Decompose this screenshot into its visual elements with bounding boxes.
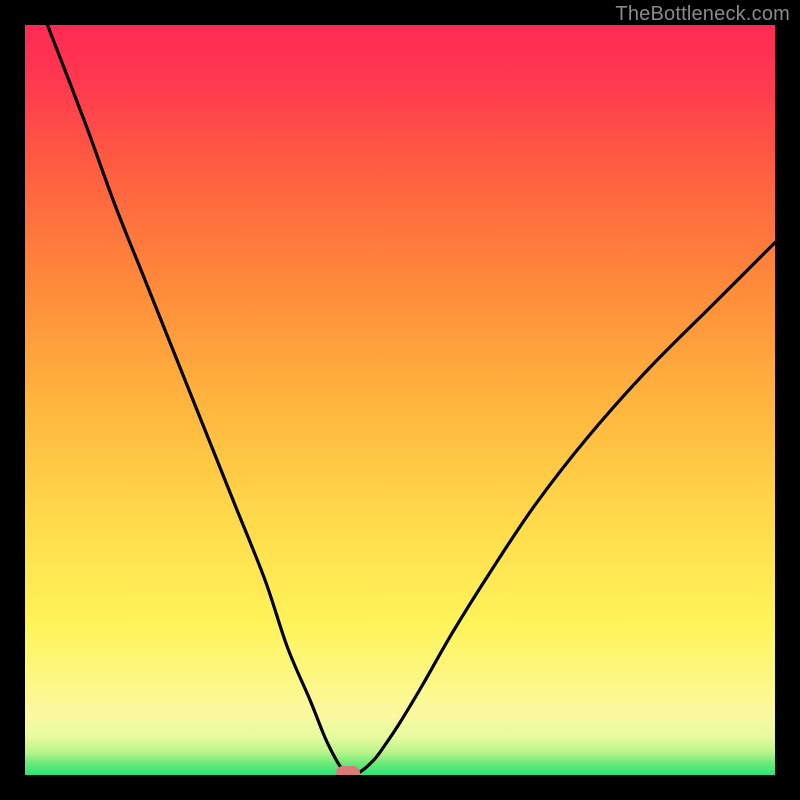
watermark-text: TheBottleneck.com [615, 3, 790, 26]
chart-frame: TheBottleneck.com [0, 0, 800, 800]
curve-path [48, 25, 776, 775]
bottleneck-curve [25, 25, 775, 775]
plot-area [25, 25, 775, 775]
optimal-marker [336, 766, 360, 775]
